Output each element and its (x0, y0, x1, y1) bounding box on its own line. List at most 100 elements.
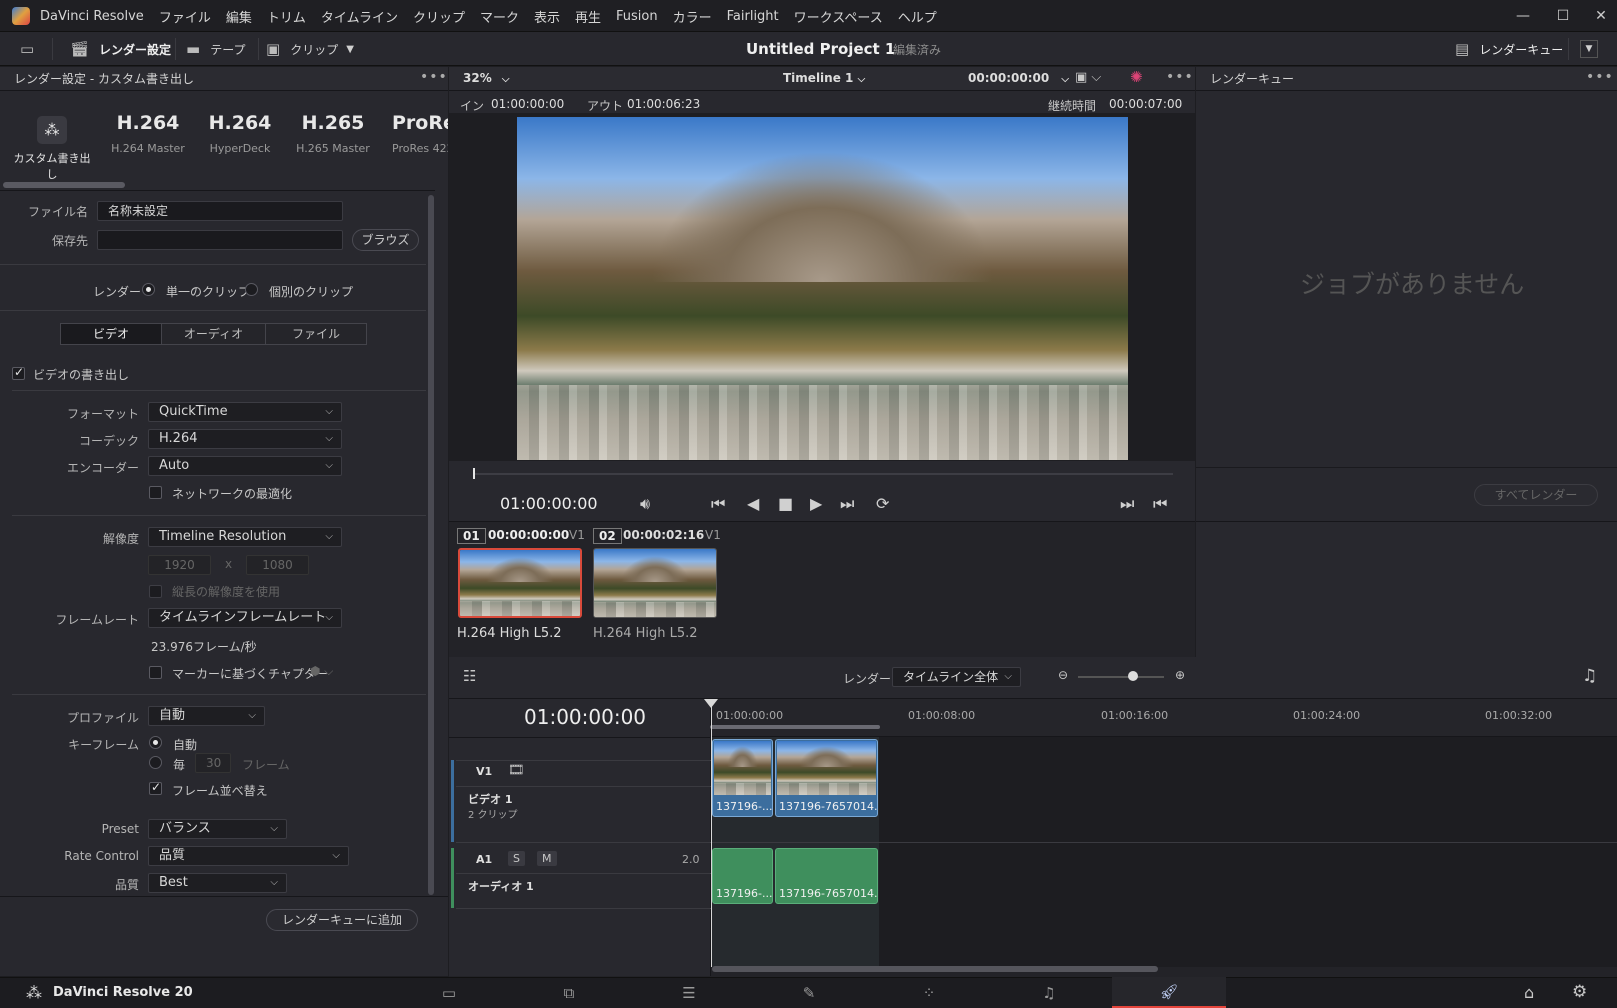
menu-workspace[interactable]: ワークスペース (794, 7, 883, 26)
filename-input[interactable]: 名称未設定 (97, 201, 343, 221)
settings-gear-icon[interactable]: ⚙︎ (1572, 982, 1587, 1002)
clip-02-thumbnail[interactable] (593, 548, 717, 618)
playhead-marker[interactable] (473, 468, 475, 479)
cut-page-icon[interactable]: ⧉ (512, 980, 626, 1006)
add-to-render-queue-button[interactable]: レンダーキューに追加 (266, 909, 418, 931)
volume-icon[interactable]: 🔊︎ (640, 494, 650, 514)
solo-button[interactable]: S (508, 851, 525, 866)
tape-toggle[interactable]: ▬ テープ (186, 32, 245, 66)
jump-to-next-icon[interactable]: ⏭︎ (1120, 494, 1134, 514)
color-wheel-icon[interactable]: ✺ (1130, 68, 1143, 86)
menu-clip[interactable]: クリップ (413, 7, 465, 26)
framerate-dropdown[interactable]: タイムラインフレームレート ⌵ (148, 608, 342, 628)
more-options-icon[interactable]: ••• (420, 69, 448, 85)
viewer-canvas[interactable] (449, 113, 1195, 461)
timeline-audio-clip-2[interactable]: 137196-7657014... (775, 848, 878, 904)
chapters-checkbox[interactable] (149, 666, 162, 679)
menu-timeline[interactable]: タイムライン (321, 7, 398, 26)
tab-file[interactable]: ファイル (265, 323, 367, 345)
fusion-page-icon[interactable]: ✎ (752, 980, 866, 1006)
clip-toggle[interactable]: ▣ クリップ ▼ (266, 32, 354, 66)
resolution-width-input[interactable]: 1920 (148, 555, 211, 575)
menu-color[interactable]: カラー (673, 7, 712, 26)
tab-video[interactable]: ビデオ (60, 323, 162, 345)
video-track-icon[interactable]: 🎞︎ (508, 763, 525, 778)
settings-scrollbar[interactable] (428, 195, 434, 895)
mute-button[interactable]: M (537, 851, 557, 866)
preset-prores[interactable]: ProRe ProRes 422 (392, 112, 448, 155)
zoom-in-icon[interactable]: ⊕ (1175, 668, 1185, 682)
resolution-height-input[interactable]: 1080 (246, 555, 309, 575)
loop-icon[interactable]: ⟳ (876, 494, 889, 513)
media-page-icon[interactable]: ▭ (392, 980, 506, 1006)
preset-custom[interactable]: ⁂ カスタム書き出し (10, 112, 94, 182)
encoder-dropdown[interactable]: Auto ⌵ (148, 456, 342, 476)
menu-trim[interactable]: トリム (267, 7, 306, 26)
preset-h265-master[interactable]: H.265 H.265 Master (289, 112, 377, 155)
preset-h264-master[interactable]: H.264 H.264 Master (104, 112, 192, 155)
scrubber-bar[interactable] (473, 473, 1173, 475)
keyframe-every-radio[interactable] (149, 756, 162, 769)
menu-fairlight[interactable]: Fairlight (727, 9, 779, 24)
render-settings-toggle[interactable]: 🎬︎ レンダー設定 (70, 32, 171, 66)
keyframe-interval-input[interactable]: 30 (195, 753, 231, 773)
hq-toggle-icon[interactable]: ▣ ⌵ (1075, 70, 1101, 85)
zoom-out-icon[interactable]: ⊖ (1058, 668, 1068, 682)
frame-reorder-checkbox[interactable] (149, 780, 162, 795)
viewer-more-icon[interactable]: ••• (1166, 69, 1194, 85)
menu-edit[interactable]: 編集 (226, 7, 252, 26)
export-video-checkbox[interactable] (12, 365, 25, 380)
timeline-scrollbar[interactable] (712, 966, 1158, 972)
location-input[interactable] (97, 230, 343, 250)
skip-to-end-icon[interactable]: ⏭︎ (840, 494, 854, 514)
rate-control-dropdown[interactable]: 品質 ⌵ (148, 846, 349, 866)
in-out-range[interactable] (710, 725, 880, 729)
codec-dropdown[interactable]: H.264 ⌵ (148, 429, 342, 449)
presets-scrollbar[interactable] (3, 182, 125, 188)
quality-dropdown[interactable]: Best ⌵ (148, 873, 287, 893)
render-queue-toggle[interactable]: ▤ レンダーキュー (1455, 32, 1563, 66)
fairlight-page-icon[interactable]: ♫ (992, 980, 1106, 1006)
stop-icon[interactable]: ■ (778, 494, 793, 513)
menu-view[interactable]: 表示 (534, 7, 560, 26)
queue-more-icon[interactable]: ••• (1586, 69, 1614, 85)
format-dropdown[interactable]: QuickTime ⌵ (148, 402, 342, 422)
network-optimize-checkbox[interactable] (149, 486, 162, 499)
timeline-options-icon[interactable]: ☷ (463, 667, 476, 685)
monitor-toggle-icon[interactable]: ▭ (20, 32, 44, 66)
timeline-dropdown[interactable]: Timeline 1 ⌵ (783, 71, 865, 85)
play-reverse-icon[interactable]: ◀ (747, 494, 759, 513)
menu-fusion[interactable]: Fusion (616, 9, 658, 24)
edit-page-icon[interactable]: ☰ (632, 980, 746, 1006)
preset-dropdown[interactable]: バランス ⌵ (148, 819, 287, 839)
vertical-res-checkbox[interactable] (149, 585, 162, 598)
profile-dropdown[interactable]: 自動 ⌵ (148, 706, 265, 726)
close-button[interactable]: ✕ (1578, 0, 1617, 32)
clip-01-thumbnail[interactable] (458, 548, 582, 618)
timeline-video-clip-2[interactable]: 137196-7657014... (775, 739, 878, 817)
resolution-dropdown[interactable]: Timeline Resolution ⌵ (148, 527, 342, 547)
browse-button[interactable]: ブラウズ (352, 229, 419, 251)
timeline-video-clip-1[interactable]: 137196-... (712, 739, 773, 817)
individual-clips-radio[interactable] (245, 283, 258, 296)
playhead-handle[interactable] (704, 699, 718, 708)
timeline-playhead[interactable] (711, 699, 712, 967)
timeline-audio-clip-1[interactable]: 137196-... (712, 848, 773, 904)
timeline-zoom-handle[interactable] (1128, 671, 1138, 681)
tab-audio[interactable]: オーディオ (161, 323, 266, 345)
home-icon[interactable]: ⌂ (1524, 983, 1534, 1002)
single-clip-radio[interactable] (142, 283, 155, 296)
preset-hyperdeck[interactable]: H.264 HyperDeck (196, 112, 284, 155)
keyframe-auto-radio[interactable] (149, 736, 162, 749)
render-all-button[interactable]: すべてレンダー (1474, 484, 1598, 506)
menu-mark[interactable]: マーク (480, 7, 519, 26)
expand-icon[interactable]: ▼ (1580, 40, 1598, 58)
audio-meter-icon[interactable]: ♫ (1582, 666, 1597, 686)
timeline-zoom-slider[interactable] (1078, 676, 1164, 678)
render-scope-dropdown[interactable]: タイムライン全体 ⌵ (892, 667, 1021, 687)
menu-playback[interactable]: 再生 (575, 7, 601, 26)
viewer-timecode[interactable]: 00:00:00:00 ⌵ (968, 71, 1069, 85)
jump-to-prev-icon[interactable]: ⏮︎ (1153, 494, 1167, 514)
menu-file[interactable]: ファイル (159, 7, 211, 26)
deliver-page-icon[interactable]: 🚀︎ (1112, 977, 1226, 1008)
